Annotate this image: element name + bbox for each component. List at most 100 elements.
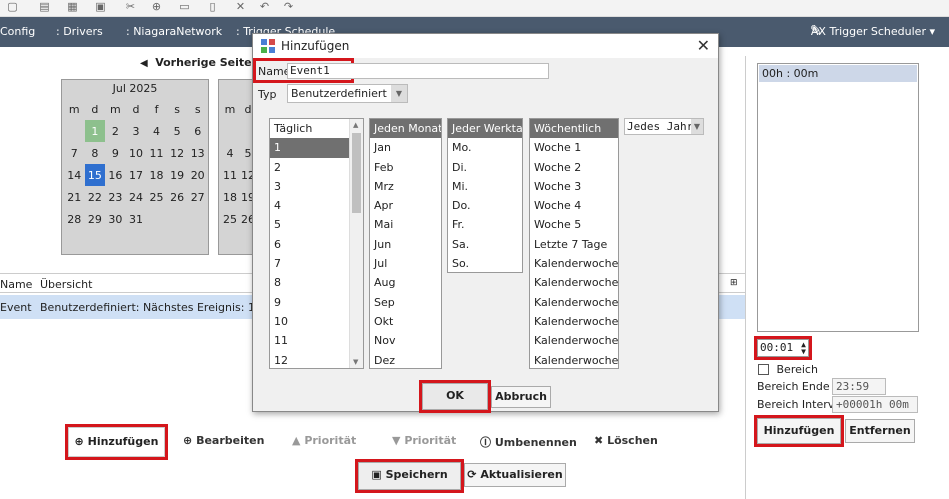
list-item[interactable]: Jun [370, 235, 441, 254]
calendar-day[interactable]: 23 [105, 186, 126, 208]
copy-icon[interactable]: ▭ [178, 1, 191, 13]
calendar-day[interactable] [146, 208, 167, 230]
list-item[interactable]: Woche 2 [530, 158, 618, 177]
list-item[interactable]: Kalenderwoche 1 [530, 254, 618, 273]
remove-time-button[interactable]: Entfernen [845, 419, 915, 443]
calendar-day[interactable]: 12 [167, 142, 188, 164]
calendar-day[interactable]: 5 [167, 120, 188, 142]
calendar-day[interactable]: 22 [85, 186, 106, 208]
calendar-day[interactable]: 20 [187, 164, 208, 186]
cancel-button[interactable]: Abbruch [491, 386, 551, 408]
list-item[interactable]: Fr. [448, 215, 522, 234]
list-item[interactable]: Woche 5 [530, 215, 618, 234]
rename-button[interactable]: Ⓘ Umbenennen [480, 434, 577, 450]
calendar-day[interactable]: 25 [146, 186, 167, 208]
list-item[interactable]: Woche 3 [530, 177, 618, 196]
new-icon[interactable]: ▢ [6, 1, 19, 13]
priority-up-button[interactable]: ▲ Priorität [292, 434, 356, 447]
range-interval-field[interactable]: +00001h 00m [832, 396, 918, 413]
list-item[interactable]: Feb [370, 158, 441, 177]
name-input[interactable]: Event1 [287, 63, 549, 79]
chevron-down-icon[interactable]: ▼ [391, 85, 407, 102]
column-chooser-icon[interactable]: ⊞ [730, 278, 738, 288]
undo-icon[interactable]: ↶ [258, 1, 271, 13]
crumb-config[interactable]: Config [0, 25, 35, 38]
list-item[interactable]: Sa. [448, 235, 522, 254]
calendar-day[interactable]: 10 [126, 142, 147, 164]
scroll-thumb[interactable] [352, 133, 361, 213]
calendar-day[interactable]: 21 [64, 186, 85, 208]
calendar-day[interactable]: 16 [105, 164, 126, 186]
list-item[interactable]: Mai [370, 215, 441, 234]
delete-button[interactable]: ✖ Löschen [594, 434, 658, 447]
list-item[interactable]: Woche 1 [530, 138, 618, 157]
add-time-button[interactable]: Hinzufügen [754, 415, 844, 447]
paste-icon[interactable]: ▯ [206, 1, 219, 13]
list-item[interactable]: Mo. [448, 138, 522, 157]
view-selector[interactable]: AX Trigger Scheduler ▾ [811, 25, 935, 38]
calendar-day[interactable]: 27 [187, 186, 208, 208]
list-item[interactable]: Kalenderwoche 2 [530, 273, 618, 292]
list-item[interactable]: Nov [370, 331, 441, 350]
calendar-day[interactable]: 9 [105, 142, 126, 164]
calendar-day[interactable]: 26 [167, 186, 188, 208]
calendar-day[interactable]: 30 [105, 208, 126, 230]
list-item-selected[interactable]: Wöchentlich [530, 119, 618, 139]
calendar-day[interactable]: 25 [221, 208, 239, 230]
list-item[interactable]: Kalenderwoche 6 [530, 351, 618, 368]
calendar-day[interactable]: 24 [126, 186, 147, 208]
scroll-down-icon[interactable]: ▼ [353, 358, 358, 366]
redo-icon[interactable]: ↷ [282, 1, 295, 13]
list-item[interactable]: Kalenderwoche 3 [530, 293, 618, 312]
column-header-overview[interactable]: Übersicht [40, 278, 92, 291]
list-item[interactable]: Do. [448, 196, 522, 215]
calendar-day[interactable]: 7 [64, 142, 85, 164]
list-item[interactable]: 00h : 00m [759, 65, 917, 82]
ok-button[interactable]: OK [419, 380, 491, 413]
add-icon[interactable]: ⊕ [150, 1, 163, 13]
crumb-drivers[interactable]: : Drivers [56, 25, 103, 38]
prev-page-link[interactable]: ◀ Vorherige Seite [140, 56, 252, 69]
list-item[interactable]: Sep [370, 293, 441, 312]
time-list[interactable]: 00h : 00m [757, 63, 919, 332]
spinner-icon[interactable]: ▲ ▼ [801, 341, 806, 356]
range-checkbox[interactable] [758, 363, 769, 375]
list-item[interactable]: Letzte 7 Tage [530, 235, 618, 254]
list-item[interactable]: So. [448, 254, 522, 272]
calendar-day[interactable]: 11 [221, 164, 239, 186]
calendar-day[interactable]: 3 [126, 120, 147, 142]
calendar-day[interactable]: 19 [167, 164, 188, 186]
export-icon[interactable]: ▣ [94, 1, 107, 13]
dialog-titlebar[interactable]: Hinzufügen ✕ [253, 34, 718, 58]
list-item[interactable]: Woche 4 [530, 196, 618, 215]
list-item[interactable]: Di. [448, 158, 522, 177]
calendar-day[interactable]: 31 [126, 208, 147, 230]
close-icon[interactable]: ✕ [697, 36, 710, 55]
weekday-list[interactable]: Jeder Werktag Mo. Di. Mi. Do. Fr. Sa. So… [447, 118, 523, 273]
list-item-selected[interactable]: 1 [270, 138, 349, 158]
chevron-down-icon[interactable]: ▼ [691, 119, 703, 134]
range-checkbox-row[interactable]: Bereich [758, 362, 818, 376]
list-item[interactable]: Okt [370, 312, 441, 331]
delete-icon[interactable]: ✕ [234, 1, 247, 13]
calendar-day[interactable] [221, 120, 239, 142]
calendar-day[interactable]: 6 [187, 120, 208, 142]
scrollbar[interactable]: ▲ ▼ [349, 119, 363, 368]
calendar-day[interactable]: 28 [64, 208, 85, 230]
save-icon[interactable]: ▦ [66, 1, 79, 13]
month-list[interactable]: Jeden Monat Jan Feb Mrz Apr Mai Jun Jul … [369, 118, 442, 369]
open-icon[interactable]: ▤ [38, 1, 51, 13]
calendar-day[interactable]: 11 [146, 142, 167, 164]
list-item[interactable]: Jul [370, 254, 441, 273]
list-item[interactable]: Kalenderwoche 4 [530, 312, 618, 331]
list-item[interactable]: Jan [370, 138, 441, 157]
list-item[interactable]: Mrz [370, 177, 441, 196]
calendar-day[interactable]: 14 [64, 164, 85, 186]
list-item[interactable]: Dez [370, 351, 441, 368]
week-list[interactable]: Wöchentlich Woche 1 Woche 2 Woche 3 Woch… [529, 118, 619, 369]
calendar-day-selected[interactable]: 15 [84, 164, 106, 186]
time-stepper[interactable]: 00:01 ▲ ▼ [754, 336, 812, 360]
cut-icon[interactable]: ✂ [124, 1, 137, 13]
list-item[interactable]: Mi. [448, 177, 522, 196]
calendar-day[interactable]: 29 [85, 208, 106, 230]
